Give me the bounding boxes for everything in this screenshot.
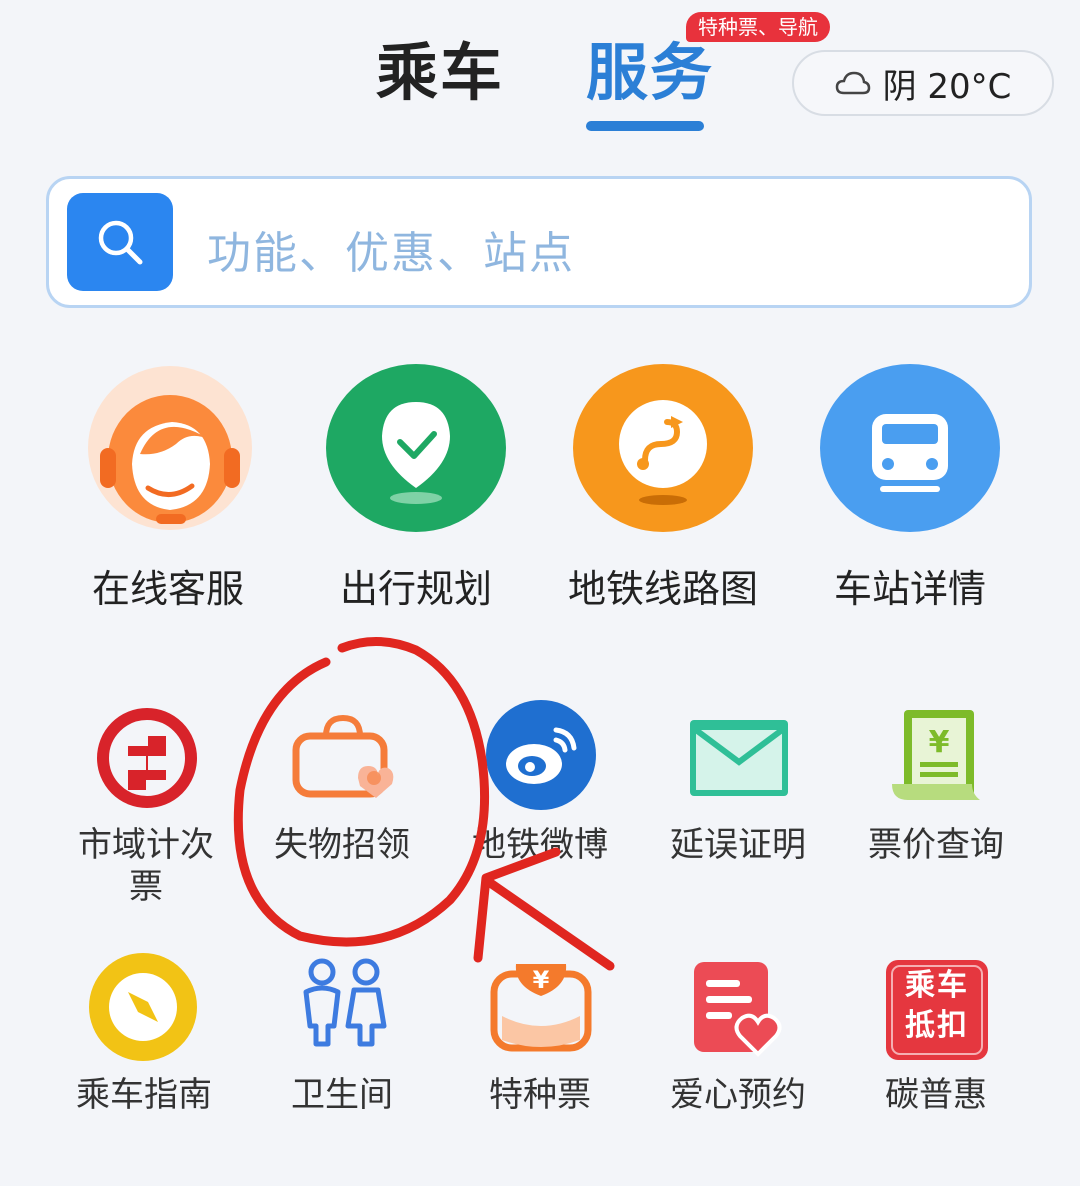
service-label: 特种票: [489, 1075, 591, 1115]
location-pin-icon: [326, 364, 506, 532]
service-label: 地铁微博: [472, 825, 608, 865]
service-label: 失物招领: [274, 825, 410, 865]
special-ticket-icon: ¥: [486, 956, 596, 1066]
svg-text:¥: ¥: [533, 966, 550, 994]
train-icon: [820, 364, 1000, 532]
receipt-icon: ¥: [882, 704, 992, 814]
service-label: 在线客服: [91, 567, 244, 611]
service-label: 票价查询: [868, 825, 1004, 865]
service-label: 碳普惠: [885, 1075, 987, 1115]
service-label: 卫生间: [291, 1075, 393, 1115]
city-ticket-icon: [92, 706, 202, 816]
search-button[interactable]: [67, 193, 173, 291]
weibo-icon: [486, 700, 596, 810]
search-icon: [94, 216, 146, 268]
service-label: 爱心预约: [670, 1075, 806, 1115]
weather-text: 阴 20°C: [882, 66, 1012, 107]
compass-icon: [88, 952, 198, 1062]
service-label: 乘车指南: [76, 1075, 212, 1115]
svg-text:¥: ¥: [929, 725, 950, 760]
tab-badge: 特种票、导航: [686, 12, 830, 42]
service-label: 市域计次票: [78, 825, 214, 907]
ride-discount-icon-text: 乘车抵扣: [905, 968, 969, 1043]
search-input[interactable]: 功能、优惠、站点: [207, 217, 575, 281]
service-label: 地铁线路图: [567, 567, 758, 611]
customer-service-icon: [80, 364, 260, 532]
heart-reserve-icon: [686, 956, 796, 1066]
search-bar[interactable]: 功能、优惠、站点: [46, 176, 1032, 308]
cloud-icon: [835, 70, 871, 96]
weather-widget[interactable]: 阴 20°C: [792, 50, 1054, 116]
route-icon: [573, 364, 753, 532]
service-label: 车站详情: [833, 567, 986, 611]
active-tab-indicator: [586, 121, 704, 131]
service-label: 延误证明: [670, 825, 806, 865]
tab-ride[interactable]: 乘车: [376, 22, 504, 112]
service-label: 出行规划: [339, 567, 492, 611]
envelope-icon: [684, 706, 794, 816]
ride-discount-icon: 乘车抵扣: [882, 956, 992, 1066]
lost-bag-icon: [288, 706, 398, 816]
restroom-icon: [288, 956, 398, 1066]
